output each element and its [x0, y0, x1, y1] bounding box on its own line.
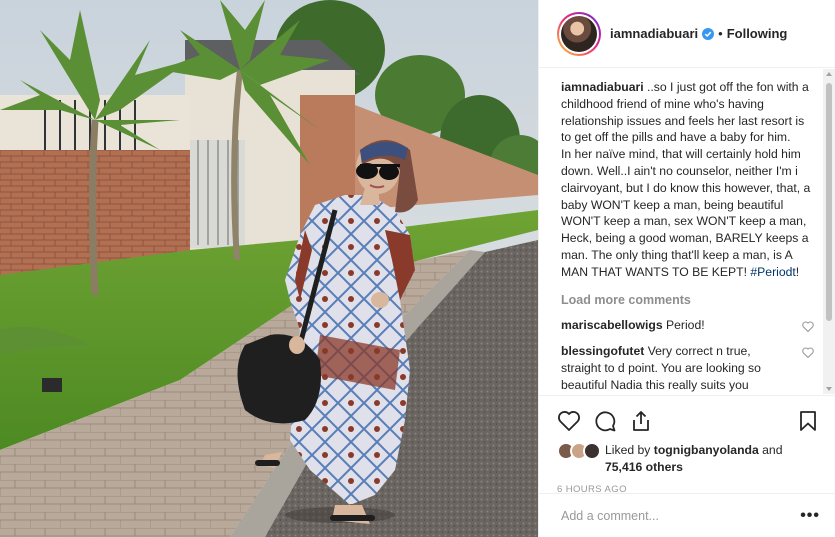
- caption-suffix: !: [795, 264, 800, 279]
- following-button[interactable]: Following: [727, 26, 788, 41]
- heart-icon[interactable]: [557, 409, 581, 433]
- scroll-thumb[interactable]: [826, 83, 832, 321]
- photo-scene: [0, 0, 538, 537]
- add-comment-bar: •••: [539, 493, 835, 537]
- header-username[interactable]: iamnadiabuari: [610, 26, 698, 41]
- profile-avatar[interactable]: [557, 11, 601, 56]
- comment-item: mariscabellowigs Period!: [561, 317, 816, 334]
- post-caption: iamnadiabuari ..so I just got off the fo…: [561, 79, 816, 281]
- likes-conjunction: and: [762, 443, 783, 457]
- comment-like-heart-icon[interactable]: [802, 321, 814, 332]
- comment-text: Period!: [666, 317, 705, 332]
- comments-list[interactable]: iamnadiabuari ..so I just got off the fo…: [539, 69, 835, 394]
- likes-summary: Liked by tognigbanyolanda and 75,416 oth…: [557, 442, 820, 475]
- scroll-up-arrow-icon[interactable]: [826, 72, 832, 76]
- share-icon[interactable]: [629, 409, 653, 433]
- caption-username[interactable]: iamnadiabuari: [561, 80, 644, 94]
- comment-item: blessingofutet Very correct n true, stra…: [561, 343, 816, 393]
- scroll-down-arrow-icon[interactable]: [826, 387, 832, 391]
- comment-like-heart-icon[interactable]: [802, 347, 814, 359]
- likes-user-link[interactable]: tognigbanyolanda: [654, 443, 759, 457]
- comment-username[interactable]: blessingofutet: [561, 344, 644, 358]
- likes-text: Liked by tognigbanyolanda and 75,416 oth…: [605, 442, 782, 475]
- add-comment-input[interactable]: [561, 508, 801, 523]
- caption-hashtag[interactable]: #Periodt: [750, 265, 795, 279]
- caption-text-2: In her naïve mind, that will certainly h…: [561, 147, 811, 279]
- verified-badge-icon: [702, 27, 715, 40]
- header-separator: •: [718, 26, 723, 41]
- liker-avatar: [583, 442, 601, 460]
- likes-count-link[interactable]: 75,416 others: [605, 460, 683, 474]
- post-photo[interactable]: [0, 0, 538, 537]
- more-options-icon[interactable]: •••: [800, 507, 820, 525]
- post-side-panel: iamnadiabuari • Following iamnadiabuari …: [538, 0, 835, 537]
- liker-avatars[interactable]: [557, 442, 603, 462]
- post-actions: Liked by tognigbanyolanda and 75,416 oth…: [539, 395, 835, 495]
- avatar-image: [561, 15, 597, 52]
- likes-prefix: Liked by: [605, 443, 651, 457]
- comment-icon[interactable]: [593, 409, 617, 433]
- comments-scrollbar[interactable]: [823, 69, 835, 394]
- load-more-comments-button[interactable]: Load more comments: [561, 293, 816, 307]
- action-icon-row: [557, 404, 820, 438]
- post-header: iamnadiabuari • Following: [539, 0, 835, 68]
- bookmark-icon[interactable]: [796, 409, 820, 433]
- comment-username[interactable]: mariscabellowigs: [561, 318, 663, 332]
